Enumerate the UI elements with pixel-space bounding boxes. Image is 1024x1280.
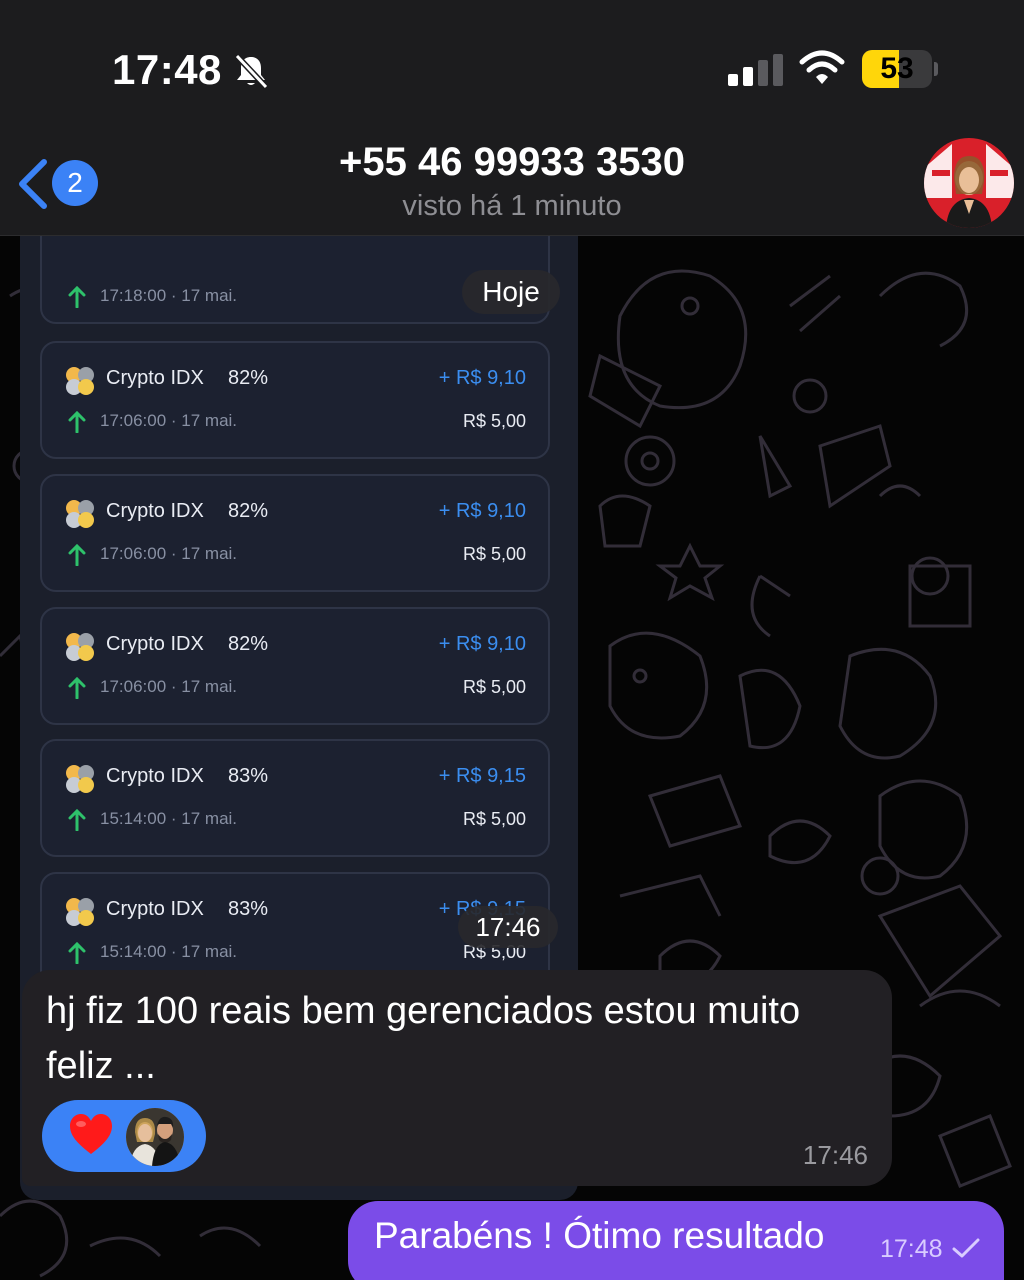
payout-percent: 82% — [228, 500, 269, 522]
top-bar: 17:48 53 2 +55 46 99933 3530 visto há 1 … — [0, 0, 1024, 236]
heart-icon — [70, 1114, 112, 1154]
profit-amount: + R$ 9,15 — [438, 765, 526, 787]
payout-percent: 82% — [228, 367, 269, 389]
arrow-up-icon — [68, 809, 86, 831]
payout-percent: 83% — [228, 898, 269, 920]
contact-avatar[interactable] — [924, 138, 1014, 228]
crypto-coin-icon — [66, 500, 94, 528]
arrow-up-icon — [68, 544, 86, 566]
outgoing-message[interactable]: Parabéns ! Ótimo resultado 17:48 — [348, 1201, 1004, 1280]
trade-time: 15:14:00 · 17 mai. — [100, 809, 238, 828]
stake-amount: R$ 5,00 — [462, 411, 526, 431]
trade-time: 17:06:00 · 17 mai. — [100, 677, 238, 696]
arrow-up-icon — [68, 942, 86, 964]
trade-time: 17:18:00 · 17 mai. — [100, 286, 238, 305]
profit-amount: + R$ 9,10 — [438, 500, 526, 522]
payout-percent: 82% — [228, 633, 269, 655]
outgoing-message-text: Parabéns ! Ótimo resultado — [374, 1215, 825, 1256]
arrow-up-icon — [68, 411, 86, 433]
bell-slash-icon — [234, 53, 269, 90]
battery-percent: 53 — [880, 52, 914, 85]
trade-card: Crypto IDX 82% + R$ 9,10 17:06:00 · 17 m… — [40, 341, 550, 459]
crypto-coin-icon — [66, 898, 94, 926]
arrow-up-icon — [68, 677, 86, 699]
profit-amount: + R$ 9,10 — [438, 633, 526, 655]
trade-card: Crypto IDX 82% + R$ 9,10 17:06:00 · 17 m… — [40, 474, 550, 592]
wifi-icon — [799, 50, 845, 84]
asset-name: Crypto IDX — [106, 765, 204, 787]
arrow-up-icon — [68, 286, 86, 308]
asset-name: Crypto IDX — [106, 633, 204, 655]
incoming-message-text: hj fiz 100 reais bem gerenciados estou m… — [46, 990, 801, 1087]
trade-card: Crypto IDX 82% + R$ 9,10 17:06:00 · 17 m… — [40, 607, 550, 725]
payout-percent: 83% — [228, 765, 269, 787]
trade-time: 17:06:00 · 17 mai. — [100, 544, 238, 563]
asset-name: Crypto IDX — [106, 500, 204, 522]
battery-icon: 53 — [862, 50, 938, 88]
outgoing-message-time: 17:48 — [880, 1235, 943, 1263]
date-separator: Hoje — [462, 270, 560, 314]
trade-time: 15:14:00 · 17 mai. — [100, 942, 238, 961]
stake-amount: R$ 5,00 — [462, 544, 526, 564]
trade-time: 17:06:00 · 17 mai. — [100, 411, 238, 430]
profit-amount: + R$ 9,10 — [438, 367, 526, 389]
last-seen-status: visto há 1 minuto — [402, 190, 622, 222]
chat-area[interactable]: 17:18:00 · 17 mai. Crypto IDX 82% + R$ 9… — [0, 236, 1024, 1280]
incoming-message[interactable]: hj fiz 100 reais bem gerenciados estou m… — [22, 970, 892, 1186]
asset-name: Crypto IDX — [106, 367, 204, 389]
signal-icon — [728, 54, 783, 86]
contact-name[interactable]: +55 46 99933 3530 — [0, 140, 1024, 185]
reaction-chip[interactable] — [42, 1100, 206, 1172]
asset-name: Crypto IDX — [106, 898, 204, 920]
status-time: 17:48 — [112, 46, 222, 93]
crypto-coin-icon — [66, 765, 94, 793]
crypto-coin-icon — [66, 367, 94, 395]
crypto-coin-icon — [66, 633, 94, 661]
image-timestamp: 17:46 — [458, 906, 558, 948]
reactor-avatar — [126, 1108, 184, 1166]
incoming-message-time: 17:46 — [802, 1140, 868, 1170]
stake-amount: R$ 5,00 — [462, 677, 526, 697]
trade-card: Crypto IDX 83% + R$ 9,15 15:14:00 · 17 m… — [40, 739, 550, 857]
sent-check-icon — [952, 1238, 980, 1258]
stake-amount: R$ 5,00 — [462, 809, 526, 829]
